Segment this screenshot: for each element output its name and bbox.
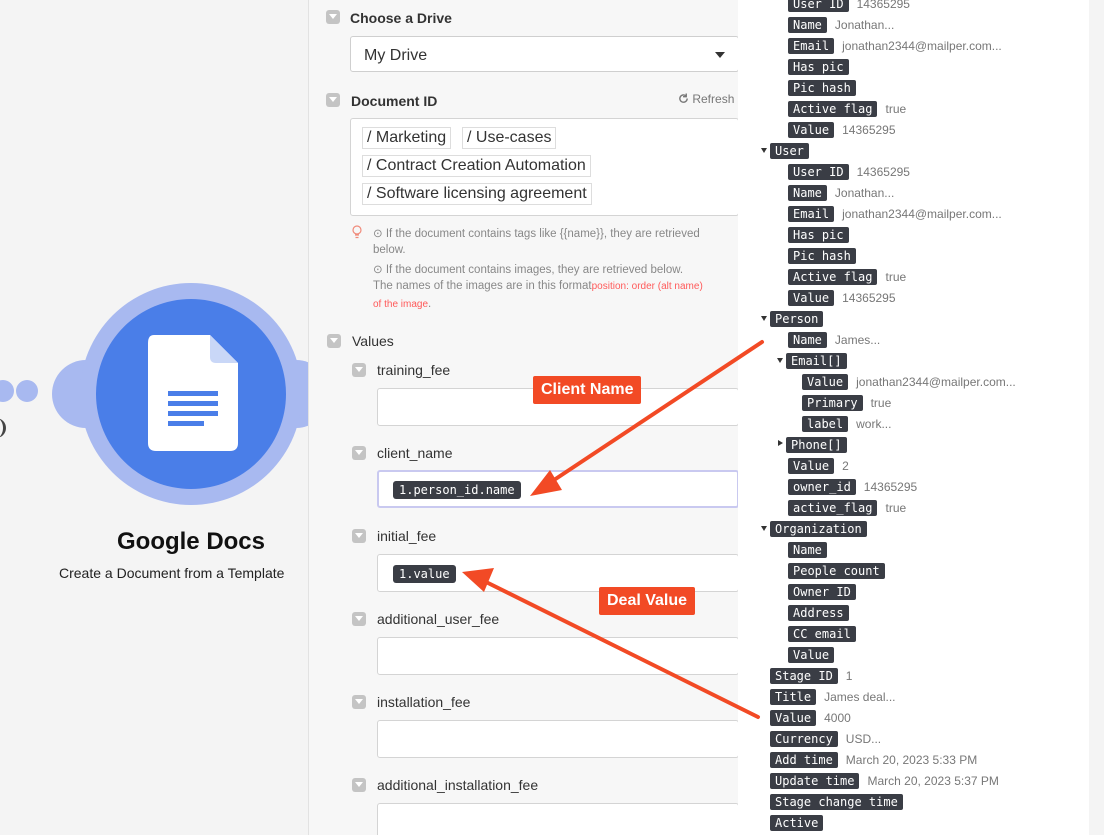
annotation-arrows: [462, 340, 764, 719]
arrow-head: [462, 568, 494, 592]
callout-client-name: Client Name: [533, 376, 642, 404]
arrow-head: [530, 470, 562, 496]
callout-deal-value: Deal Value: [599, 587, 696, 615]
arrow-client-name: [546, 340, 764, 486]
